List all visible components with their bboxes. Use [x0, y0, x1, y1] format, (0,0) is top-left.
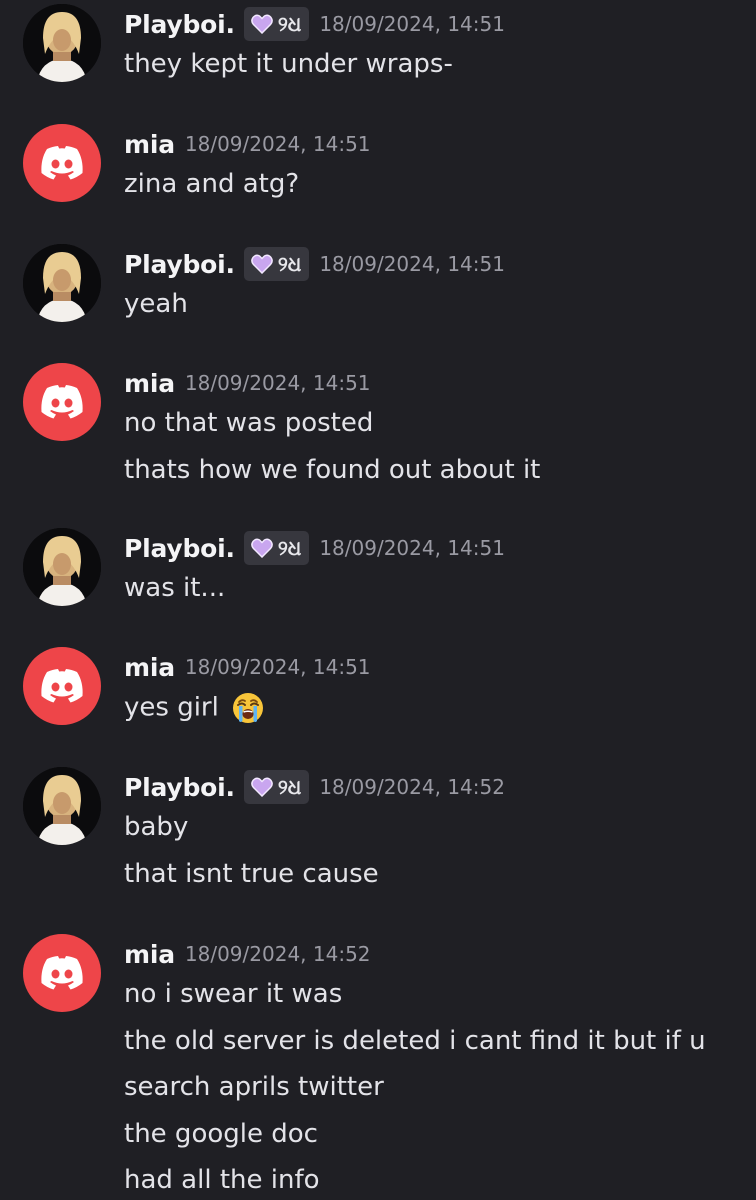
username[interactable]: Playboi.	[124, 773, 235, 802]
timestamp: 18/09/2024, 14:52	[184, 942, 371, 966]
username[interactable]: mia	[124, 369, 175, 398]
timestamp: 18/09/2024, 14:51	[184, 371, 371, 395]
message-text: they kept it under wraps-	[124, 49, 453, 79]
message-text: no i swear it was	[124, 979, 343, 1009]
heart-icon	[250, 14, 273, 34]
message-text: yes girl	[124, 692, 219, 723]
message-header: Playboi. ୨ଧ 18/09/2024, 14:51	[124, 244, 505, 284]
profile-photo	[23, 244, 101, 322]
server-tag-badge[interactable]: ୨ଧ	[243, 7, 310, 41]
server-tag-badge[interactable]: ୨ଧ	[243, 247, 310, 281]
message-header: mia 18/09/2024, 14:51	[124, 363, 371, 403]
username[interactable]: mia	[124, 130, 175, 159]
loudly-crying-face-icon	[233, 693, 264, 723]
message-header: Playboi. ୨ଧ 18/09/2024, 14:52	[124, 767, 505, 807]
message-header: mia 18/09/2024, 14:52	[124, 934, 371, 974]
avatar[interactable]	[23, 124, 101, 202]
message-text: no that was posted	[124, 408, 374, 438]
avatar[interactable]	[23, 647, 101, 725]
username[interactable]: mia	[124, 653, 175, 682]
discord-logo-icon	[41, 146, 83, 180]
discord-logo-icon	[41, 669, 83, 703]
badge-label: ୨ଧ	[277, 12, 302, 36]
avatar[interactable]	[23, 4, 101, 82]
discord-logo-icon	[41, 956, 83, 990]
timestamp: 18/09/2024, 14:52	[319, 775, 505, 799]
message-text: the google doc	[124, 1119, 318, 1149]
message-text: thats how we found out about it	[124, 455, 541, 485]
avatar[interactable]	[23, 244, 101, 322]
message-header: mia 18/09/2024, 14:51	[124, 647, 371, 687]
profile-photo	[23, 528, 101, 606]
timestamp: 18/09/2024, 14:51	[319, 536, 505, 560]
message-text: that isnt true cause	[124, 859, 379, 889]
message-text: had all the info	[124, 1165, 320, 1195]
message-header: Playboi. ୨ଧ 18/09/2024, 14:51	[124, 528, 505, 568]
heart-icon	[250, 538, 273, 558]
timestamp: 18/09/2024, 14:51	[319, 252, 505, 276]
heart-icon	[250, 777, 273, 797]
username[interactable]: mia	[124, 940, 175, 969]
server-tag-badge[interactable]: ୨ଧ	[243, 531, 310, 565]
message-text: baby	[124, 812, 189, 842]
message-text: the old server is deleted i cant find it…	[124, 1026, 706, 1056]
avatar[interactable]	[23, 767, 101, 845]
profile-photo	[23, 4, 101, 82]
heart-icon	[250, 254, 273, 274]
username[interactable]: Playboi.	[124, 534, 235, 563]
profile-photo	[23, 767, 101, 845]
badge-label: ୨ଧ	[277, 252, 302, 276]
message-text: was it...	[124, 573, 226, 603]
badge-label: ୨ଧ	[277, 536, 302, 560]
server-tag-badge[interactable]: ୨ଧ	[243, 770, 310, 804]
avatar[interactable]	[23, 528, 101, 606]
message-header: mia 18/09/2024, 14:51	[124, 124, 371, 164]
message-text: yeah	[124, 289, 188, 319]
avatar[interactable]	[23, 363, 101, 441]
username[interactable]: Playboi.	[124, 10, 235, 39]
message-text: search aprils twitter	[124, 1072, 384, 1102]
timestamp: 18/09/2024, 14:51	[184, 132, 371, 156]
avatar[interactable]	[23, 934, 101, 1012]
message-text: zina and atg?	[124, 169, 300, 199]
discord-logo-icon	[41, 385, 83, 419]
timestamp: 18/09/2024, 14:51	[184, 655, 371, 679]
message-text-row: yes girl	[124, 691, 265, 725]
message-header: Playboi. ୨ଧ 18/09/2024, 14:51	[124, 4, 505, 44]
timestamp: 18/09/2024, 14:51	[319, 12, 505, 36]
badge-label: ୨ଧ	[277, 775, 302, 799]
username[interactable]: Playboi.	[124, 250, 235, 279]
